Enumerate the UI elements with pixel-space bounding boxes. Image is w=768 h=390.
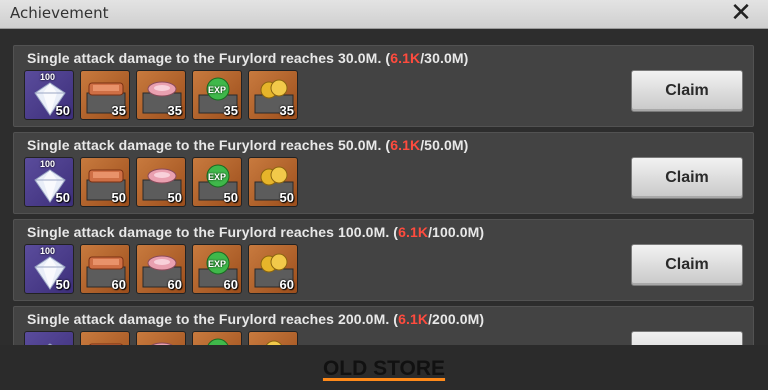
reward-quantity: 50 (55, 103, 70, 118)
gold-chest-icon (265, 340, 283, 345)
reward-diamond[interactable]: 100 50 (24, 157, 74, 207)
reward-gold-chest[interactable]: 50 (248, 157, 298, 207)
reward-quantity: 50 (279, 190, 294, 205)
reward-pink-chest[interactable] (136, 331, 186, 345)
footer-bar: OLD STORE (0, 345, 768, 390)
reward-quantity: 50 (223, 190, 238, 205)
current-progress: 6.1K (390, 137, 421, 153)
reward-quantity: 60 (111, 277, 126, 292)
reward-diamond[interactable]: 100 50 (24, 244, 74, 294)
achievement-text: Single attack damage to the Furylord rea… (27, 311, 399, 327)
achievement-description: Single attack damage to the Furylord rea… (27, 224, 484, 240)
reward-exp-chest[interactable]: EXP 60 (192, 244, 242, 294)
reward-quantity: 50 (167, 190, 182, 205)
copper-chest-icon (89, 343, 123, 345)
target-progress: /100.0M) (428, 224, 485, 240)
reward-tag: EXP (208, 259, 227, 269)
reward-copper-chest[interactable] (80, 331, 130, 345)
achievement-text: Single attack damage to the Furylord rea… (27, 137, 391, 153)
achievement-row: Single attack damage to the Furylord rea… (13, 219, 754, 301)
reward-tag: 100 (40, 159, 56, 169)
reward-gold-chest[interactable] (248, 331, 298, 345)
window-title: Achievement (10, 4, 109, 22)
reward-copper-chest[interactable]: 60 (80, 244, 130, 294)
reward-tag: 100 (40, 246, 56, 256)
reward-exp-chest[interactable] (192, 331, 242, 345)
reward-copper-chest[interactable]: 50 (80, 157, 130, 207)
reward-copper-chest[interactable]: 35 (80, 70, 130, 120)
reward-gold-chest[interactable]: 35 (248, 70, 298, 120)
achievement-description: Single attack damage to the Furylord rea… (27, 311, 484, 327)
current-progress: 6.1K (398, 311, 429, 327)
reward-quantity: 60 (279, 277, 294, 292)
target-progress: /30.0M) (420, 50, 469, 66)
pink-chest-icon (151, 342, 173, 345)
achievement-text: Single attack damage to the Furylord rea… (27, 224, 399, 240)
reward-diamond[interactable] (24, 331, 74, 345)
reward-quantity: 50 (55, 277, 70, 292)
reward-quantity: 35 (111, 103, 126, 118)
reward-tag: EXP (208, 172, 227, 182)
achievement-text: Single attack damage to the Furylord rea… (27, 50, 391, 66)
achievement-row: Single attack damage to the Furylord rea… (13, 132, 754, 214)
current-progress: 6.1K (390, 50, 421, 66)
current-progress: 6.1K (398, 224, 429, 240)
reward-diamond[interactable]: 100 50 (24, 70, 74, 120)
achievement-description: Single attack damage to the Furylord rea… (27, 137, 468, 153)
target-progress: /50.0M) (420, 137, 469, 153)
reward-quantity: 35 (167, 103, 182, 118)
reward-exp-chest[interactable]: EXP 50 (192, 157, 242, 207)
reward-quantity: 35 (223, 103, 238, 118)
reward-quantity: 50 (55, 190, 70, 205)
reward-quantity: 35 (279, 103, 294, 118)
claim-button[interactable]: Claim (631, 70, 743, 112)
close-icon[interactable]: ✕ (728, 0, 754, 26)
achievement-description: Single attack damage to the Furylord rea… (27, 50, 468, 66)
reward-quantity: 60 (223, 277, 238, 292)
reward-tag: 100 (40, 72, 56, 82)
achievement-list[interactable]: Single attack damage to the Furylord rea… (0, 29, 768, 345)
reward-gold-chest[interactable]: 60 (248, 244, 298, 294)
achievement-row: Single attack damage to the Furylord rea… (13, 306, 754, 345)
reward-pink-chest[interactable]: 60 (136, 244, 186, 294)
target-progress: /200.0M) (428, 311, 485, 327)
claim-button[interactable] (631, 331, 743, 345)
diamond-icon (47, 343, 53, 345)
claim-button[interactable]: Claim (631, 157, 743, 199)
reward-pink-chest[interactable]: 35 (136, 70, 186, 120)
reward-exp-chest[interactable]: EXP 35 (192, 70, 242, 120)
exp-chest-icon (207, 338, 229, 345)
reward-quantity: 60 (167, 277, 182, 292)
claim-button[interactable]: Claim (631, 244, 743, 286)
achievement-row: Single attack damage to the Furylord rea… (13, 45, 754, 127)
title-bar: Achievement ✕ (0, 0, 768, 29)
reward-tag: EXP (208, 85, 227, 95)
reward-quantity: 50 (111, 190, 126, 205)
old-store-link[interactable]: OLD STORE (0, 357, 768, 381)
reward-pink-chest[interactable]: 50 (136, 157, 186, 207)
